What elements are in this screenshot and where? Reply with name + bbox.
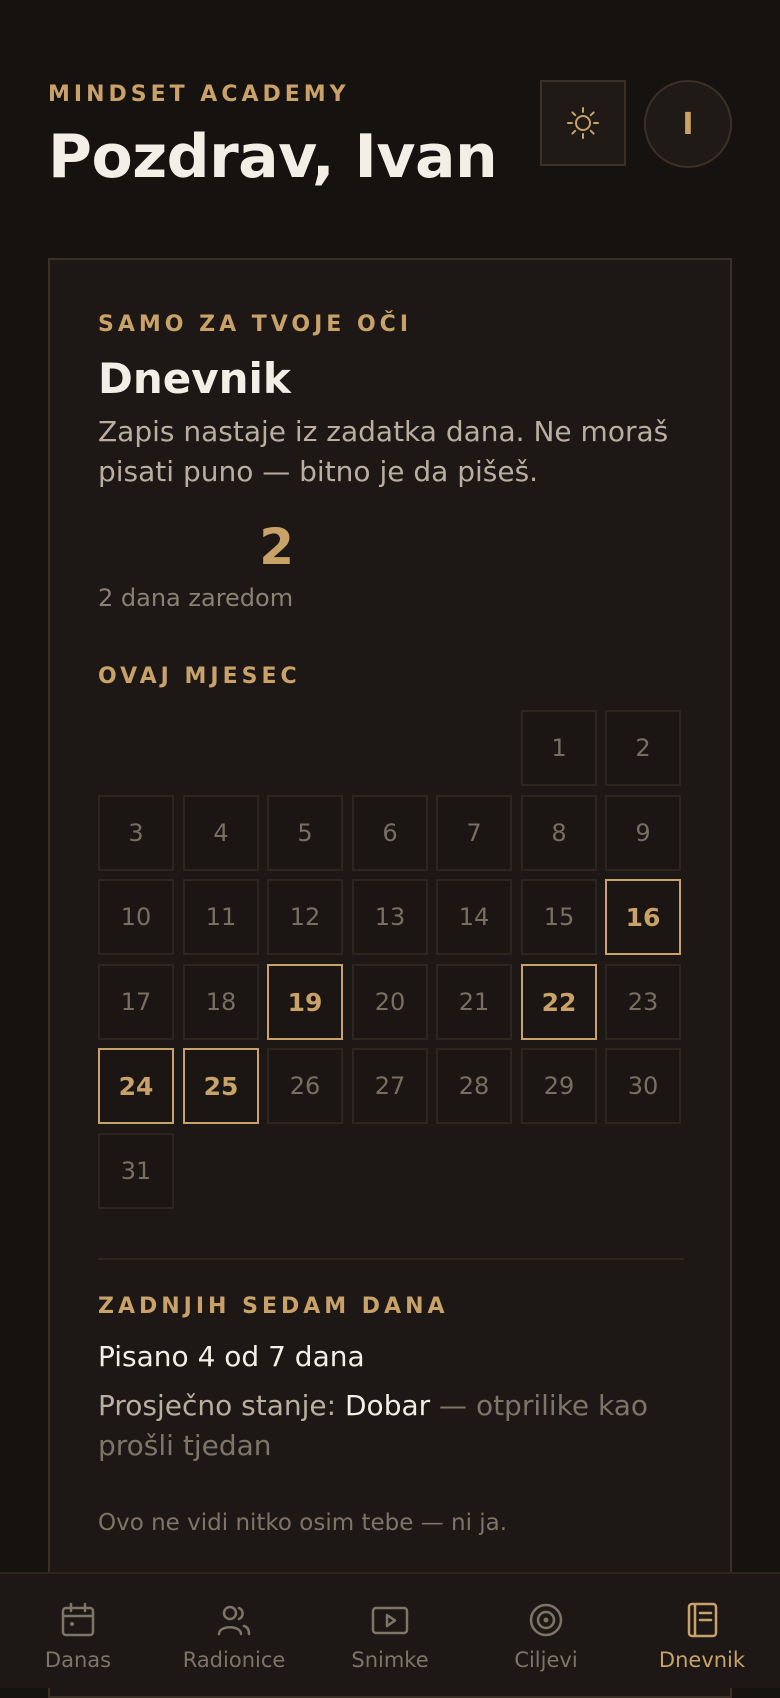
streak-count: 2: [259, 518, 294, 576]
calendar-day[interactable]: 28: [436, 1048, 512, 1124]
brand-name: MINDSET ACADEMY: [48, 82, 350, 107]
calendar-day[interactable]: 21: [436, 964, 512, 1040]
theme-toggle-button[interactable]: [540, 80, 626, 166]
calendar-day[interactable]: 6: [352, 795, 428, 871]
calendar-day[interactable]: 29: [521, 1048, 597, 1124]
nav-item-ciljevi[interactable]: Ciljevi: [468, 1574, 624, 1688]
sun-icon: [567, 107, 599, 139]
avatar[interactable]: I: [644, 80, 732, 168]
calendar-day[interactable]: 11: [183, 879, 259, 955]
target-icon: [529, 1603, 563, 1637]
journal-icon: [687, 1602, 718, 1638]
nav-label: Ciljevi: [514, 1648, 578, 1672]
card-eyebrow: SAMO ZA TVOJE OČI: [98, 312, 413, 337]
nav-label: Snimke: [351, 1648, 429, 1672]
calendar-day[interactable]: 8: [521, 795, 597, 871]
calendar-icon: [61, 1602, 95, 1637]
calendar-day[interactable]: 7: [436, 795, 512, 871]
calendar-day[interactable]: 31: [98, 1133, 174, 1209]
streak-label: 2 dana zaredom: [98, 584, 294, 612]
people-icon: [217, 1605, 251, 1636]
calendar-day[interactable]: 20: [352, 964, 428, 1040]
page-title: Pozdrav, Ivan: [48, 122, 498, 192]
calendar-day[interactable]: 2: [605, 710, 681, 786]
app-header: MINDSET ACADEMY Pozdrav, Ivan I: [48, 0, 732, 240]
privacy-note: Ovo ne vidi nitko osim tebe — ni ja.: [98, 1510, 508, 1536]
nav-item-dnevnik[interactable]: Dnevnik: [624, 1574, 780, 1688]
card-description: Zapis nastaje iz zadatka dana. Ne moraš …: [98, 415, 669, 488]
calendar-day[interactable]: 27: [352, 1048, 428, 1124]
journal-card: SAMO ZA TVOJE OČI Dnevnik Zapis nastaje …: [48, 258, 732, 1698]
calendar-day[interactable]: 3: [98, 795, 174, 871]
calendar-day[interactable]: 12: [267, 879, 343, 955]
calendar-day[interactable]: 17: [98, 964, 174, 1040]
calendar-day[interactable]: 14: [436, 879, 512, 955]
calendar-day[interactable]: 18: [183, 964, 259, 1040]
calendar-day[interactable]: 1: [521, 710, 597, 786]
divider: [98, 1258, 684, 1260]
calendar-day[interactable]: 13: [352, 879, 428, 955]
play-icon: [371, 1606, 409, 1635]
week-written-summary: Pisano 4 od 7 dana: [98, 1340, 365, 1373]
calendar-day[interactable]: 15: [521, 879, 597, 955]
bottom-nav: Danas Radionice Snimke Ciljevi Dnevnik: [0, 1572, 780, 1688]
nav-label: Danas: [44, 1648, 112, 1672]
calendar-day[interactable]: 5: [267, 795, 343, 871]
card-title: Dnevnik: [98, 354, 291, 403]
calendar-day[interactable]: 26: [267, 1048, 343, 1124]
calendar-day-written[interactable]: 19: [267, 964, 343, 1040]
nav-item-snimke[interactable]: Snimke: [312, 1574, 468, 1688]
week-mood-summary: Prosječno stanje: Dobar — otprilike kao …: [98, 1386, 688, 1466]
month-heading: OVAJ MJESEC: [98, 664, 301, 689]
mood-value: Dobar: [345, 1389, 431, 1422]
week-heading: ZADNJIH SEDAM DANA: [98, 1294, 449, 1319]
calendar-day[interactable]: 30: [605, 1048, 681, 1124]
calendar-day[interactable]: 9: [605, 795, 681, 871]
calendar-day-written[interactable]: 16: [605, 879, 681, 955]
nav-item-radionice[interactable]: Radionice: [156, 1574, 312, 1688]
nav-item-danas[interactable]: Danas: [0, 1574, 156, 1688]
nav-label: Dnevnik: [658, 1648, 746, 1672]
calendar-day[interactable]: 4: [183, 795, 259, 871]
calendar-day-written[interactable]: 22: [521, 964, 597, 1040]
calendar-day[interactable]: 23: [605, 964, 681, 1040]
calendar-day-written[interactable]: 25: [183, 1048, 259, 1124]
mood-prefix: Prosječno stanje:: [98, 1389, 345, 1422]
nav-label: Radionice: [182, 1648, 286, 1672]
calendar-day[interactable]: 10: [98, 879, 174, 955]
calendar-day-written[interactable]: 24: [98, 1048, 174, 1124]
